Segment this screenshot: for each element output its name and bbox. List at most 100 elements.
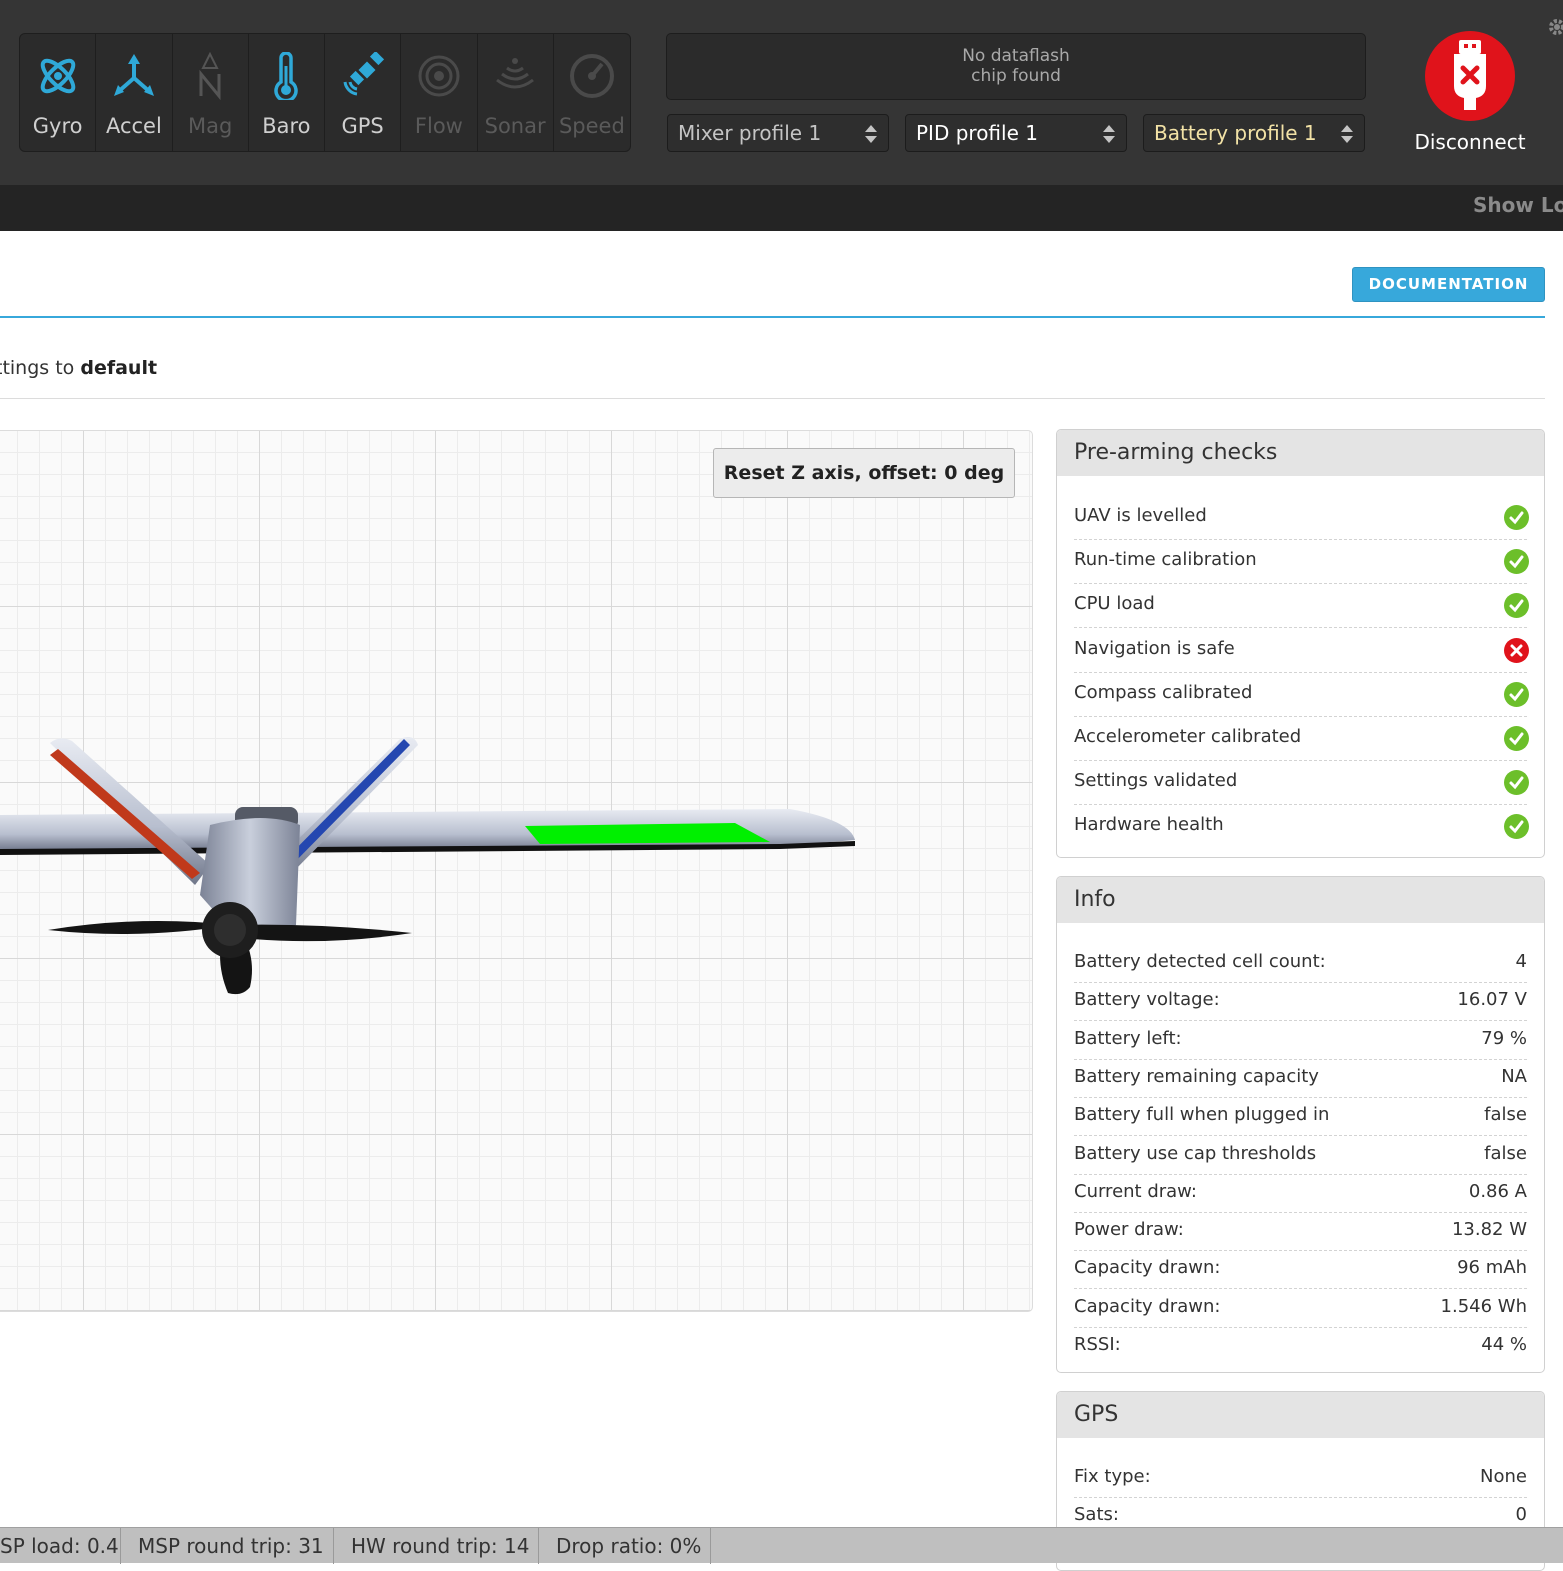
select-arrows-icon xyxy=(865,125,877,143)
reset-z-axis-button[interactable]: Reset Z axis, offset: 0 deg xyxy=(713,448,1015,498)
sensor-mag: Mag xyxy=(173,34,249,151)
prearm-row: Run-time calibration xyxy=(1074,540,1529,585)
prearm-row: Hardware health xyxy=(1074,805,1529,849)
check-ok-icon xyxy=(1504,681,1529,707)
pid-profile-value: PID profile 1 xyxy=(916,121,1038,145)
baro-icon xyxy=(274,52,299,100)
info-label: RSSI: xyxy=(1074,1334,1121,1355)
gps-panel-title: GPS xyxy=(1057,1392,1544,1438)
info-label: Battery use cap thresholds xyxy=(1074,1142,1317,1164)
log-bar xyxy=(0,185,1563,231)
sensor-label-accel: Accel xyxy=(105,114,162,138)
info-row: RSSI: 44 % xyxy=(1074,1328,1527,1366)
info-row: Battery remaining capacity NA xyxy=(1074,1060,1527,1098)
status-cpu-load: SP load: 0.4 xyxy=(0,1528,121,1564)
disconnect-usb-icon[interactable] xyxy=(1424,30,1516,122)
speed-icon xyxy=(569,54,614,98)
check-fail-icon xyxy=(1504,637,1529,663)
info-row: Battery voltage: 16.07 V xyxy=(1074,983,1527,1022)
check-ok-icon xyxy=(1504,593,1529,619)
check-ok-icon xyxy=(1504,814,1529,840)
gyro-icon xyxy=(40,58,75,94)
sensor-label-baro: Baro xyxy=(262,114,311,138)
check-ok-icon xyxy=(1504,505,1529,530)
info-label: Battery left: xyxy=(1074,1027,1182,1049)
info-value: 44 % xyxy=(1481,1334,1527,1355)
gps-row: Fix type: None xyxy=(1074,1460,1527,1498)
gps-label: Fix type: xyxy=(1074,1466,1151,1487)
flow-icon xyxy=(418,55,460,97)
sonar-icon xyxy=(496,58,535,89)
status-hw-round-trip: HW round trip: 14 xyxy=(334,1528,539,1564)
sensor-label-mag: Mag xyxy=(187,114,233,138)
info-value: 16.07 V xyxy=(1457,989,1527,1011)
pid-profile-select[interactable]: PID profile 1 xyxy=(905,114,1127,152)
info-panel: Info Battery detected cell count: 4 Batter… xyxy=(1056,876,1545,1373)
info-value: false xyxy=(1484,1142,1527,1164)
prearm-row: CPU load xyxy=(1074,584,1529,629)
sensor-speed: Speed xyxy=(554,34,630,151)
gear-icon[interactable] xyxy=(1548,18,1563,36)
info-label: Battery detected cell count: xyxy=(1074,951,1326,972)
info-row: Power draw: 13.82 W xyxy=(1074,1213,1527,1252)
info-label: Battery voltage: xyxy=(1074,989,1220,1011)
sensor-status-group: Gyro Accel Mag Baro GPS Flow Sonar Speed xyxy=(19,33,631,152)
info-row: Capacity drawn: 1.546 Wh xyxy=(1074,1290,1527,1328)
prearm-label: Hardware health xyxy=(1074,814,1224,836)
prearm-checks-panel: Pre-arming checks UAV is levelled Run-tim… xyxy=(1056,429,1545,858)
info-label: Capacity drawn: xyxy=(1074,1257,1221,1279)
sensor-label-speed: Speed xyxy=(558,114,625,138)
aircraft-model xyxy=(0,737,855,995)
sensor-gyro: Gyro xyxy=(20,34,97,151)
info-value: 13.82 W xyxy=(1451,1219,1527,1241)
sensor-label-gps: GPS xyxy=(341,114,384,138)
reset-note-text: ttings to xyxy=(0,357,81,379)
prearm-label: CPU load xyxy=(1074,593,1155,615)
info-label: Capacity drawn: xyxy=(1074,1295,1221,1317)
prearm-label: Compass calibrated xyxy=(1074,681,1253,703)
prearm-row: Settings validated xyxy=(1074,761,1529,806)
title-divider xyxy=(0,316,1545,318)
select-arrows-icon xyxy=(1103,125,1115,143)
status-bar: SP load: 0.4 MSP round trip: 31 HW round… xyxy=(0,1527,1563,1564)
status-drop-ratio: Drop ratio: 0% xyxy=(539,1528,711,1564)
gps-value: None xyxy=(1480,1466,1527,1487)
prearm-panel-title: Pre-arming checks xyxy=(1057,430,1544,476)
reset-settings-note: ttings to default xyxy=(0,357,157,379)
info-value: 96 mAh xyxy=(1457,1257,1527,1279)
dataflash-status: No dataflash chip found xyxy=(666,33,1366,100)
sensor-accel: Accel xyxy=(96,34,173,151)
mixer-profile-select[interactable]: Mixer profile 1 xyxy=(667,114,889,152)
gps-label: Sats: xyxy=(1074,1504,1119,1526)
show-log-link[interactable]: Show Log xyxy=(1473,193,1563,217)
prearm-label: Run-time calibration xyxy=(1074,549,1257,571)
reset-note-bold: default xyxy=(80,357,158,379)
info-row: Battery full when plugged in false xyxy=(1074,1098,1527,1137)
info-value: NA xyxy=(1501,1065,1527,1087)
prearm-label: Navigation is safe xyxy=(1074,637,1235,659)
check-ok-icon xyxy=(1504,549,1529,575)
documentation-button[interactable]: DOCUMENTATION xyxy=(1352,267,1545,302)
prearm-row: Accelerometer calibrated xyxy=(1074,717,1529,761)
mixer-profile-value: Mixer profile 1 xyxy=(678,121,822,145)
disconnect-button-label[interactable]: Disconnect xyxy=(1390,130,1550,154)
info-row: Capacity drawn: 96 mAh xyxy=(1074,1251,1527,1290)
sensor-flow: Flow xyxy=(401,34,478,151)
info-row: Current draw: 0.86 A xyxy=(1074,1175,1527,1213)
check-ok-icon xyxy=(1504,770,1529,796)
battery-profile-select[interactable]: Battery profile 1 xyxy=(1143,114,1365,152)
dataflash-line-2: chip found xyxy=(971,66,1061,86)
info-label: Battery full when plugged in xyxy=(1074,1104,1330,1126)
dataflash-line-1: No dataflash xyxy=(962,46,1070,66)
prearm-label: Settings validated xyxy=(1074,770,1238,792)
accel-icon xyxy=(113,54,154,96)
prearm-row: Navigation is safe xyxy=(1074,629,1529,673)
sensor-gps: GPS xyxy=(325,34,402,151)
info-value: 4 xyxy=(1515,951,1527,972)
info-row: Battery use cap thresholds false xyxy=(1074,1137,1527,1175)
info-row: Battery detected cell count: 4 xyxy=(1074,945,1527,983)
prearm-label: UAV is levelled xyxy=(1074,505,1207,526)
check-ok-icon xyxy=(1504,726,1529,751)
sensor-label-gyro: Gyro xyxy=(32,114,83,138)
sensor-label-flow: Flow xyxy=(414,114,463,138)
